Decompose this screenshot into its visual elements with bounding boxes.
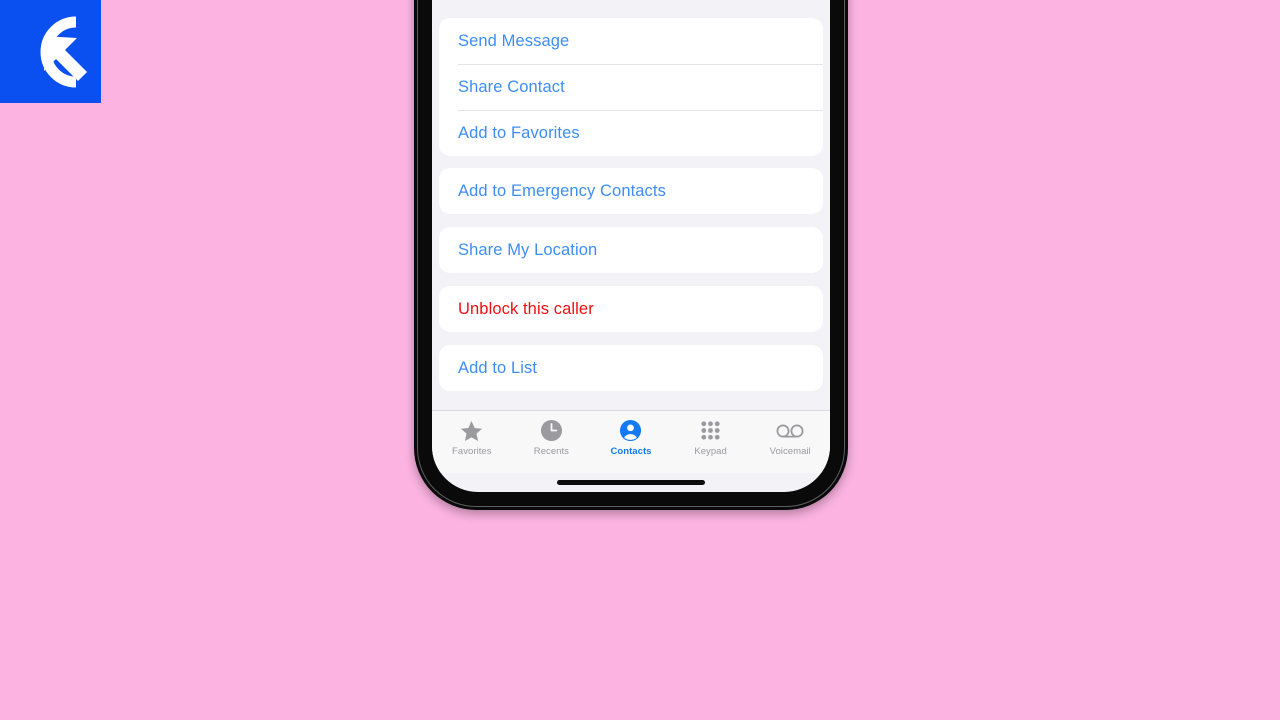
unblock-this-caller-row[interactable]: Unblock this caller (439, 286, 823, 332)
keypad-grid-icon (699, 418, 722, 443)
phone-tab-bar: Favorites Recents Contacts Keypad Voicem… (432, 410, 830, 473)
unblock-this-caller-label: Unblock this caller (458, 299, 594, 318)
tab-keypad[interactable]: Keypad (671, 418, 751, 457)
tab-favorites-label: Favorites (452, 446, 492, 457)
contact-actions-list[interactable]: Send Message Share Contact Add to Favori… (432, 0, 830, 429)
list-top-spacer (439, 0, 823, 18)
tab-contacts[interactable]: Contacts (591, 418, 671, 457)
tab-recents-label: Recents (533, 446, 569, 457)
send-message-label: Send Message (458, 31, 570, 50)
clock-icon (540, 418, 563, 443)
phone-screen: Send Message Share Contact Add to Favori… (432, 0, 830, 492)
star-icon (460, 418, 483, 443)
site-logo-badge (0, 0, 101, 103)
voicemail-icon (776, 418, 804, 443)
tab-keypad-label: Keypad (694, 446, 727, 457)
tab-voicemail[interactable]: Voicemail (750, 418, 830, 457)
share-my-location-row[interactable]: Share My Location (439, 227, 823, 273)
contact-actions-group: Send Message Share Contact Add to Favori… (439, 18, 823, 156)
share-my-location-label: Share My Location (458, 240, 598, 259)
tab-contacts-label: Contacts (610, 446, 652, 457)
tab-voicemail-label: Voicemail (769, 446, 811, 457)
lists-group: Add to List (439, 345, 823, 391)
add-to-favorites-row[interactable]: Add to Favorites (439, 110, 823, 156)
add-to-list-row[interactable]: Add to List (439, 345, 823, 391)
home-indicator[interactable] (557, 480, 705, 485)
emergency-group: Add to Emergency Contacts (439, 168, 823, 214)
tab-favorites[interactable]: Favorites (432, 418, 512, 457)
iphone-device-frame: Send Message Share Contact Add to Favori… (414, 0, 848, 510)
block-group: Unblock this caller (439, 286, 823, 332)
add-to-emergency-contacts-row[interactable]: Add to Emergency Contacts (439, 168, 823, 214)
share-contact-row[interactable]: Share Contact (439, 64, 823, 110)
add-to-emergency-contacts-label: Add to Emergency Contacts (458, 181, 666, 200)
share-contact-label: Share Contact (458, 77, 565, 96)
send-message-row[interactable]: Send Message (439, 18, 823, 64)
add-to-list-label: Add to List (458, 358, 538, 377)
location-group: Share My Location (439, 227, 823, 273)
person-circle-icon (619, 418, 642, 443)
tab-recents[interactable]: Recents (512, 418, 592, 457)
getdroidtips-logo-icon (40, 16, 87, 88)
add-to-favorites-label: Add to Favorites (458, 123, 580, 142)
